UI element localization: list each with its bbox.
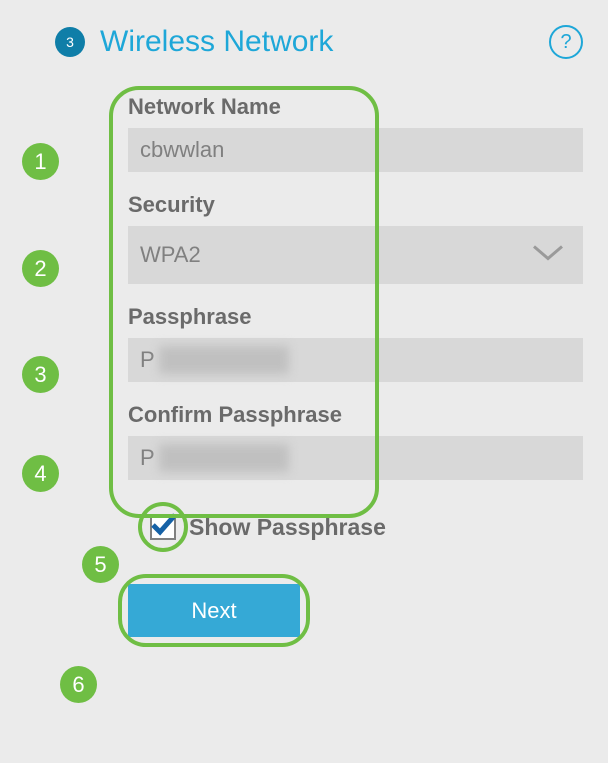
question-mark-icon: ? xyxy=(560,31,571,54)
page-header: 3 Wireless Network ? xyxy=(0,0,608,74)
passphrase-prefix: P xyxy=(140,347,155,373)
show-passphrase-label: Show Passphrase xyxy=(189,514,386,541)
next-button-row: Next xyxy=(128,584,608,637)
show-passphrase-checkbox[interactable] xyxy=(150,514,176,540)
callout-6: 6 xyxy=(60,666,97,703)
step-number-badge: 3 xyxy=(55,27,85,57)
confirm-passphrase-field: Confirm Passphrase P xyxy=(128,402,608,480)
show-passphrase-row: Show Passphrase xyxy=(128,502,608,552)
confirm-passphrase-label: Confirm Passphrase xyxy=(128,402,608,428)
passphrase-masked xyxy=(159,346,289,374)
confirm-passphrase-input[interactable]: P xyxy=(128,436,583,480)
next-button[interactable]: Next xyxy=(128,584,300,637)
callout-3: 3 xyxy=(22,356,59,393)
callout-5: 5 xyxy=(82,546,119,583)
page-title: Wireless Network xyxy=(100,25,333,59)
check-icon xyxy=(149,511,177,539)
callout-4: 4 xyxy=(22,455,59,492)
callout-2: 2 xyxy=(22,250,59,287)
next-button-label: Next xyxy=(191,598,236,623)
step-number: 3 xyxy=(66,34,74,50)
checkbox-highlight xyxy=(138,502,188,552)
security-field: Security xyxy=(128,192,608,284)
network-name-field: Network Name xyxy=(128,94,608,172)
help-button[interactable]: ? xyxy=(549,25,583,59)
network-name-label: Network Name xyxy=(128,94,608,120)
security-label: Security xyxy=(128,192,608,218)
network-name-input[interactable] xyxy=(128,128,583,172)
confirm-passphrase-masked xyxy=(159,444,289,472)
security-select-wrap xyxy=(128,226,583,284)
passphrase-label: Passphrase xyxy=(128,304,608,330)
passphrase-field: Passphrase P xyxy=(128,304,608,382)
confirm-passphrase-prefix: P xyxy=(140,445,155,471)
security-select[interactable] xyxy=(128,226,583,284)
callout-1: 1 xyxy=(22,143,59,180)
passphrase-input[interactable]: P xyxy=(128,338,583,382)
